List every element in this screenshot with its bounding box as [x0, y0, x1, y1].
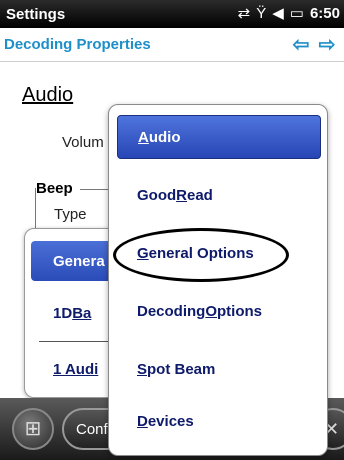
menu-item-spot-beam[interactable]: Spot Beam	[117, 347, 321, 391]
group-beep-label: Beep	[36, 180, 73, 197]
type-label: Type	[54, 206, 87, 223]
battery-charging-icon[interactable]: ▭	[290, 0, 304, 28]
status-title: Settings	[6, 5, 66, 23]
status-icons: ⇄ Ÿ ◀ ▭ 6:50	[238, 0, 340, 28]
windows-start-icon[interactable]: ⊞	[12, 408, 54, 450]
highlight-ellipse	[113, 228, 289, 282]
menu-item-audio[interactable]: Audio	[117, 115, 321, 159]
menu-item-decoding-options[interactable]: Decoding Options	[117, 289, 321, 333]
arrow-left-icon[interactable]: ⇦	[290, 28, 312, 62]
group-border-top	[80, 189, 110, 190]
section-heading: Audio	[22, 84, 74, 106]
arrow-right-icon[interactable]: ⇨	[316, 28, 338, 62]
menu-item-devices[interactable]: Devices	[117, 399, 321, 443]
menu-item-good-read[interactable]: Good Read	[117, 173, 321, 217]
data-sync-icon[interactable]: ⇄	[238, 0, 251, 28]
page-title: Decoding Properties	[4, 36, 151, 53]
status-bar: Settings ⇄ Ÿ ◀ ▭ 6:50	[0, 0, 344, 28]
clock[interactable]: 6:50	[310, 0, 340, 28]
signal-off-icon[interactable]: Ÿ	[256, 0, 266, 28]
volume-label: Volum	[62, 134, 104, 151]
title-bar: Decoding Properties ⇦ ⇨	[0, 28, 344, 62]
volume-icon[interactable]: ◀	[272, 0, 284, 28]
